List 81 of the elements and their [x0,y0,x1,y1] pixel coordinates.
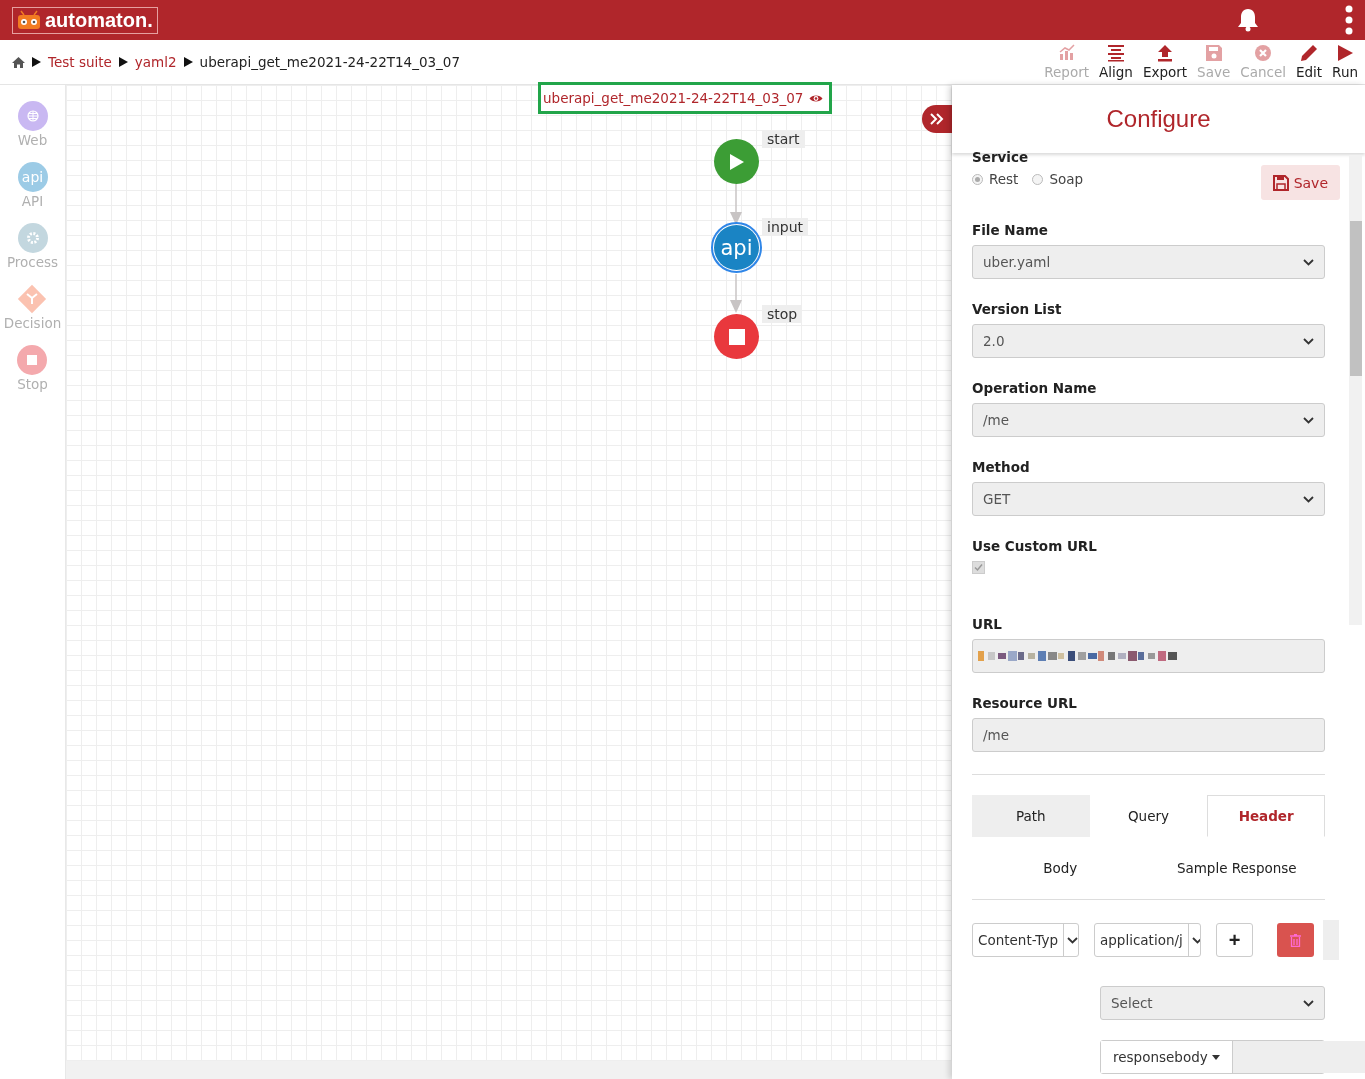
toolbar-button[interactable]: Export [1137,44,1193,80]
chevron-down-icon [1303,416,1314,424]
collapse-panel-button[interactable] [922,105,952,133]
vertical-scrollbar[interactable] [1349,155,1362,625]
gear-icon [17,223,48,253]
stop-node[interactable] [714,314,759,359]
chevron-down-icon [1303,337,1314,345]
field-label: Resource URL [972,695,1078,711]
notification-bell-icon[interactable] [1237,8,1259,32]
start-node[interactable] [714,139,759,184]
input-field[interactable] [972,639,1325,673]
response-dropdown-button[interactable]: responsebody [1101,1041,1233,1073]
field-label: Version List [972,301,1063,317]
stop-square-icon [728,328,745,345]
upload-arrow-icon [1155,44,1174,62]
field-label: File Name [972,222,1049,238]
connector-arrow [730,274,742,314]
breadcrumb-link[interactable]: Test suite [48,54,112,70]
trash-icon [1290,933,1301,947]
input-field[interactable]: /me [972,718,1325,752]
triangle-separator-icon [118,57,128,67]
align-lines-icon [1106,44,1125,62]
double-chevron-icon [930,113,944,125]
chevron-down-icon [1303,495,1314,503]
more-menu-icon[interactable] [1345,5,1353,35]
dropdown-select[interactable]: 2.0 [972,324,1325,358]
chevron-down-icon [1067,936,1078,944]
triangle-separator-icon [32,57,41,67]
chevron-down-icon [1303,999,1314,1007]
breadcrumb-link[interactable]: yaml2 [134,54,177,70]
field-label: Service [972,149,1030,165]
stop-icon [17,345,48,375]
toolbar-button[interactable]: Run [1327,44,1363,80]
dropdown-select[interactable]: GET [972,482,1325,516]
api-node[interactable]: api [714,225,759,270]
globe-icon [17,101,48,131]
flow-title: uberapi_get_me2021-24-22T14_03_07 [538,82,833,114]
header-value-select[interactable]: application/j [1094,923,1201,957]
api-icon: api [17,162,48,192]
toolbar-button[interactable]: Align [1094,44,1138,80]
input-field[interactable] [1232,1041,1365,1073]
tab[interactable]: Query [1089,795,1208,837]
chevron-down-icon [1303,258,1314,266]
tab[interactable]: Header [1207,795,1325,837]
radio-button-icon[interactable] [972,173,983,185]
checkbox[interactable] [972,561,985,574]
node-label: input [762,218,808,236]
breadcrumb-current: uberapi_get_me2021-24-22T14_03_07 [199,54,461,70]
radio-option[interactable]: Rest [972,171,1019,187]
home-icon[interactable] [12,56,25,68]
pencil-icon [1300,44,1319,62]
add-button[interactable]: + [1216,923,1253,957]
horizontal-scrollbar[interactable] [66,1061,952,1079]
chevron-down-icon [1191,936,1200,944]
eye-icon[interactable] [809,93,824,103]
radio-button-icon[interactable] [1032,173,1044,185]
tab[interactable]: Path [972,795,1090,837]
node-label: stop [762,305,803,323]
dropdown-select[interactable]: uber.yaml [972,245,1325,279]
radio-option[interactable]: Soap [1032,171,1084,187]
triangle-separator-icon [183,57,193,67]
panel-title: Configure [1106,105,1211,133]
field-label: URL [972,616,1003,632]
field-label: Method [972,459,1031,475]
toolbar-button[interactable]: Edit [1290,44,1328,80]
robot-face-icon [17,10,41,30]
play-icon [1336,44,1355,62]
dropdown-select[interactable]: Select [1100,986,1325,1020]
close-circle-icon [1254,44,1273,62]
tab[interactable]: Sample Response [1148,837,1325,899]
caret-down-icon [1211,1054,1220,1060]
play-icon [728,152,745,171]
bar-chart-icon [1057,44,1076,62]
app-logo[interactable]: automaton. [12,6,158,34]
header-key-select[interactable]: Content-Typ [972,923,1079,957]
node-label: start [762,130,805,148]
tab[interactable]: Body [972,837,1149,899]
field-label: Operation Name [972,380,1098,396]
field-label: Use Custom URL [972,538,1098,554]
dropdown-select[interactable]: /me [972,403,1325,437]
save-button[interactable]: Save [1260,165,1340,200]
